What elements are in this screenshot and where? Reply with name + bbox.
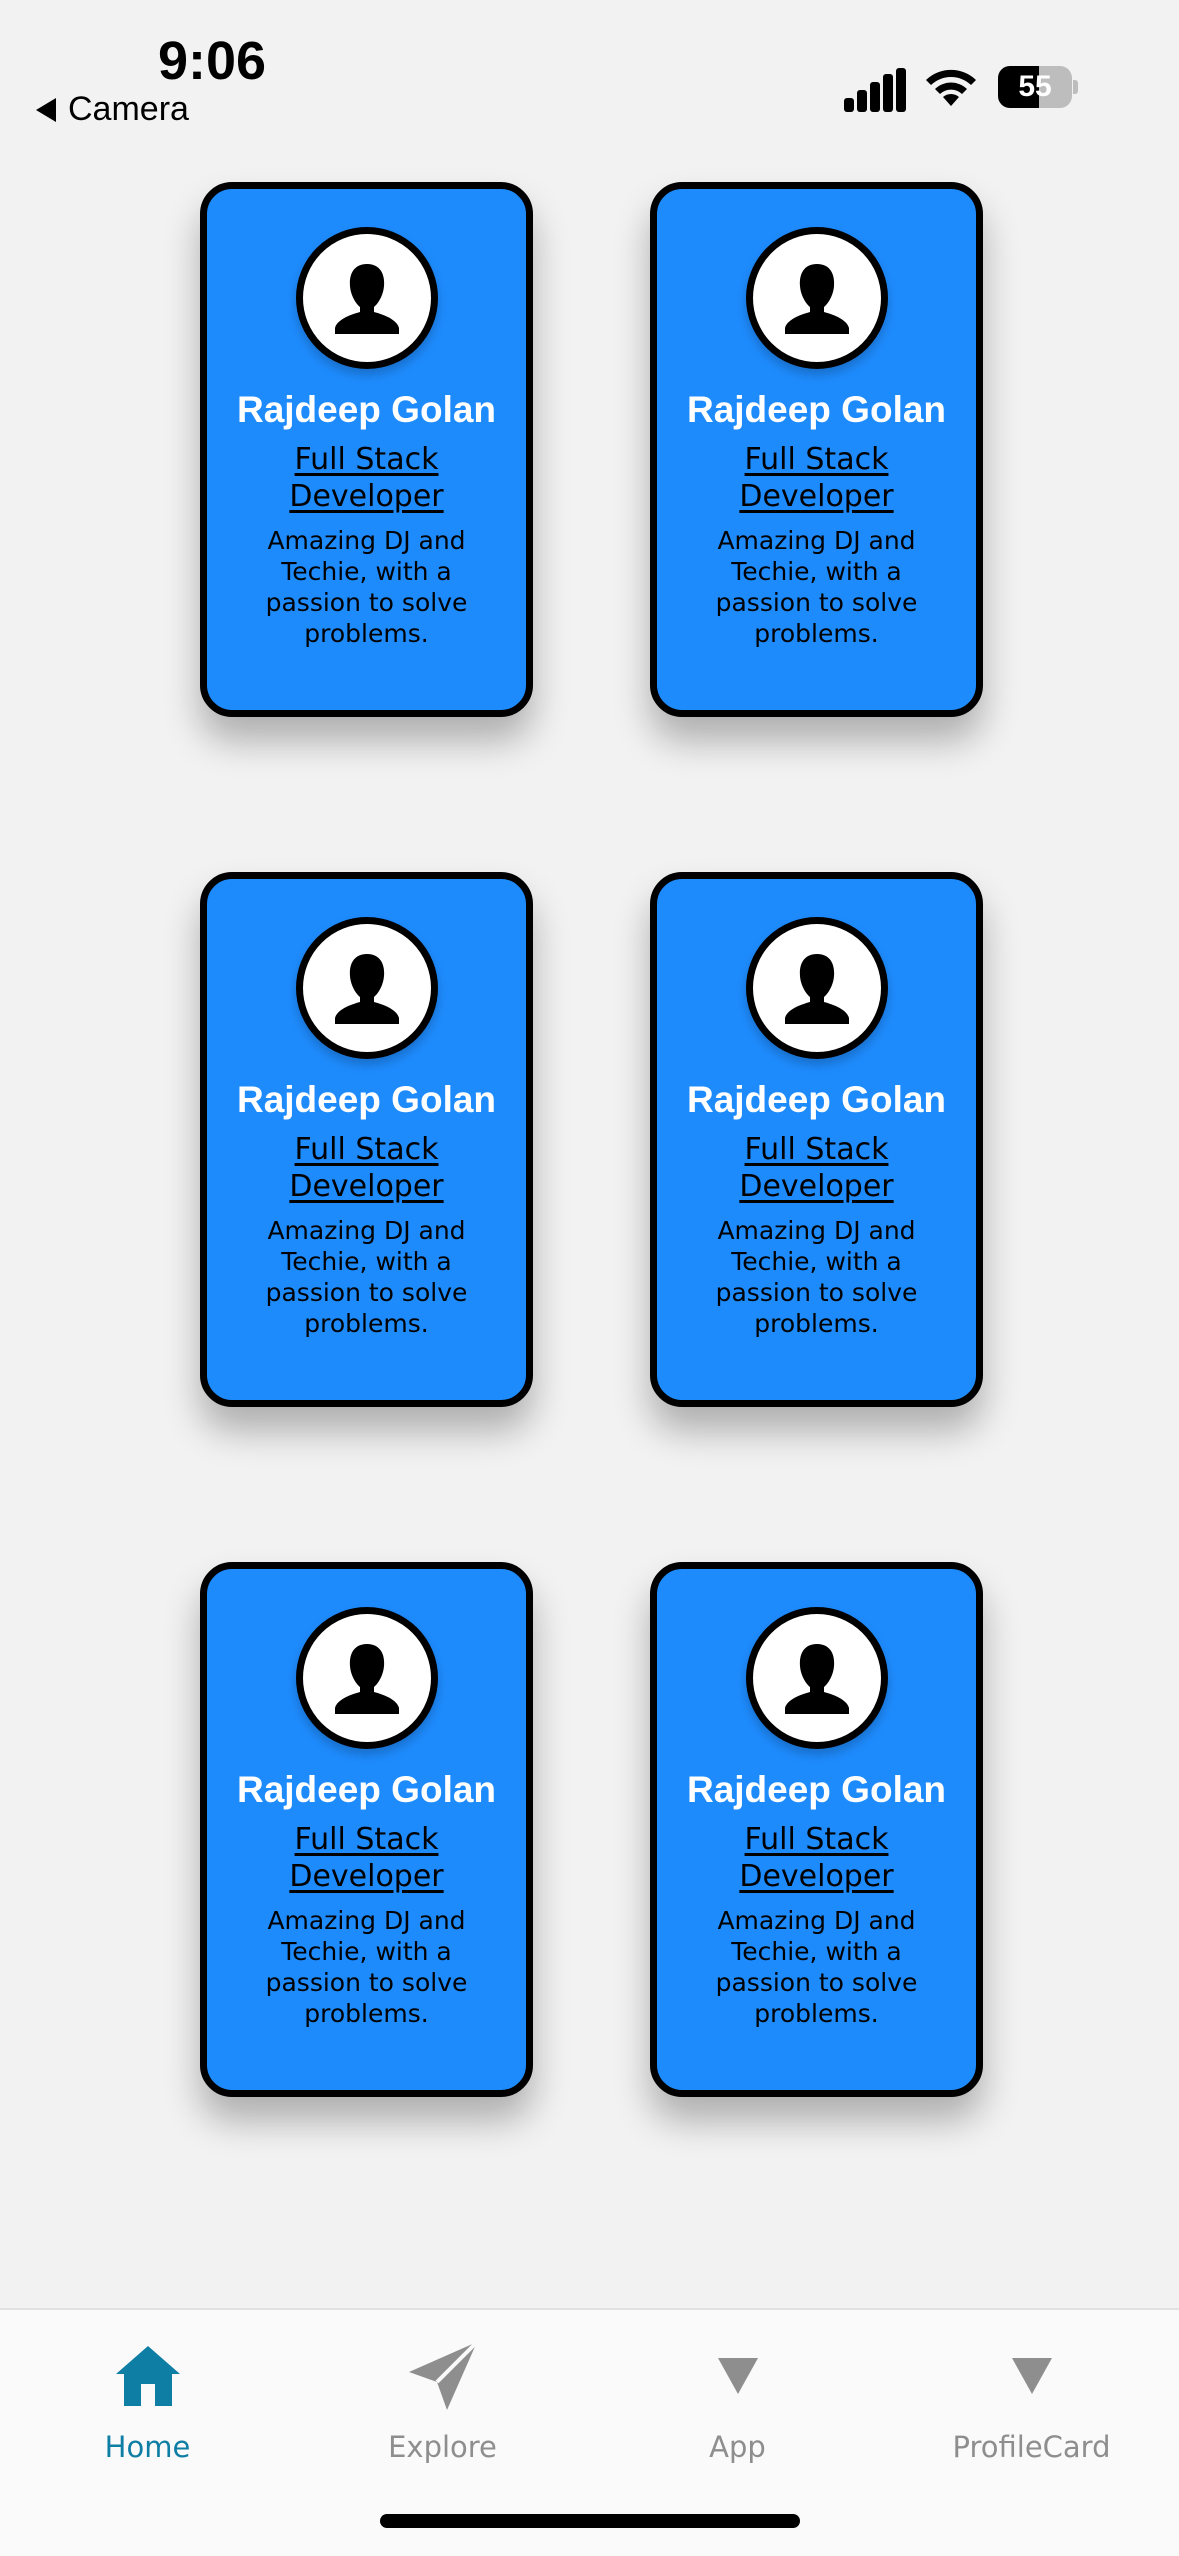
- card-name: Rajdeep Golan: [236, 389, 497, 430]
- triangle-down-icon: [1011, 2358, 1052, 2394]
- avatar: [295, 1607, 438, 1749]
- card-name: Rajdeep Golan: [686, 1769, 947, 1810]
- tab-home-label: Home: [104, 2430, 191, 2464]
- avatar: [745, 227, 888, 369]
- card-bio: Amazing DJ and Techie, with a passion to…: [265, 526, 468, 648]
- paper-plane-icon: [408, 2340, 478, 2410]
- profile-card[interactable]: Rajdeep Golan Full Stack Developer Amazi…: [200, 1562, 533, 2097]
- tab-explore[interactable]: Explore: [295, 2336, 590, 2486]
- home-icon: [115, 2346, 180, 2406]
- card-role-link[interactable]: Full Stack Developer: [717, 1821, 917, 1895]
- card-bio: Amazing DJ and Techie, with a passion to…: [715, 526, 918, 648]
- avatar: [745, 917, 888, 1059]
- card-role-link[interactable]: Full Stack Developer: [267, 1131, 467, 1205]
- person-silhouette-icon: [334, 954, 399, 1024]
- person-silhouette-icon: [784, 264, 849, 334]
- tab-profilecard[interactable]: ProfileCard: [884, 2336, 1179, 2486]
- tab-app-label: App: [709, 2430, 766, 2464]
- tab-app[interactable]: App: [590, 2336, 885, 2486]
- profile-card[interactable]: Rajdeep Golan Full Stack Developer Amazi…: [650, 182, 983, 717]
- card-role-link[interactable]: Full Stack Developer: [267, 1821, 467, 1895]
- person-silhouette-icon: [784, 954, 849, 1024]
- status-bar: 9:06 Camera 55: [0, 0, 1179, 150]
- profile-card[interactable]: Rajdeep Golan Full Stack Developer Amazi…: [650, 872, 983, 1407]
- person-silhouette-icon: [784, 1644, 849, 1714]
- cellular-signal-icon: [844, 68, 906, 112]
- card-name: Rajdeep Golan: [236, 1769, 497, 1810]
- card-role-link[interactable]: Full Stack Developer: [267, 441, 467, 515]
- card-bio: Amazing DJ and Techie, with a passion to…: [265, 1216, 468, 1338]
- tab-explore-label: Explore: [388, 2430, 497, 2464]
- card-bio: Amazing DJ and Techie, with a passion to…: [715, 1216, 918, 1338]
- status-time: 9:06: [158, 31, 267, 91]
- avatar: [295, 227, 438, 369]
- card-name: Rajdeep Golan: [236, 1079, 497, 1120]
- card-bio: Amazing DJ and Techie, with a passion to…: [715, 1906, 918, 2028]
- card-name: Rajdeep Golan: [686, 389, 947, 430]
- back-arrow-icon: [36, 97, 56, 122]
- profile-card[interactable]: Rajdeep Golan Full Stack Developer Amazi…: [650, 1562, 983, 2097]
- triangle-down-icon: [717, 2358, 758, 2394]
- app-screen: 9:06 Camera 55 Rajdeep Golan Full Stack …: [0, 0, 1179, 2556]
- battery-icon: 55: [998, 66, 1078, 108]
- person-silhouette-icon: [334, 264, 399, 334]
- person-silhouette-icon: [334, 1644, 399, 1714]
- card-bio: Amazing DJ and Techie, with a passion to…: [265, 1906, 468, 2028]
- home-indicator[interactable]: [380, 2514, 800, 2528]
- card-role-link[interactable]: Full Stack Developer: [717, 1131, 917, 1205]
- back-to-camera-link[interactable]: Camera: [36, 90, 189, 129]
- back-link-label: Camera: [68, 90, 189, 128]
- tab-profilecard-label: ProfileCard: [952, 2430, 1111, 2464]
- profile-card[interactable]: Rajdeep Golan Full Stack Developer Amazi…: [200, 182, 533, 717]
- avatar: [745, 1607, 888, 1749]
- tab-home[interactable]: Home: [0, 2336, 295, 2486]
- card-role-link[interactable]: Full Stack Developer: [717, 441, 917, 515]
- card-name: Rajdeep Golan: [686, 1079, 947, 1120]
- wifi-icon: [926, 69, 976, 106]
- battery-level: 55: [1018, 70, 1052, 103]
- profile-card[interactable]: Rajdeep Golan Full Stack Developer Amazi…: [200, 872, 533, 1407]
- avatar: [295, 917, 438, 1059]
